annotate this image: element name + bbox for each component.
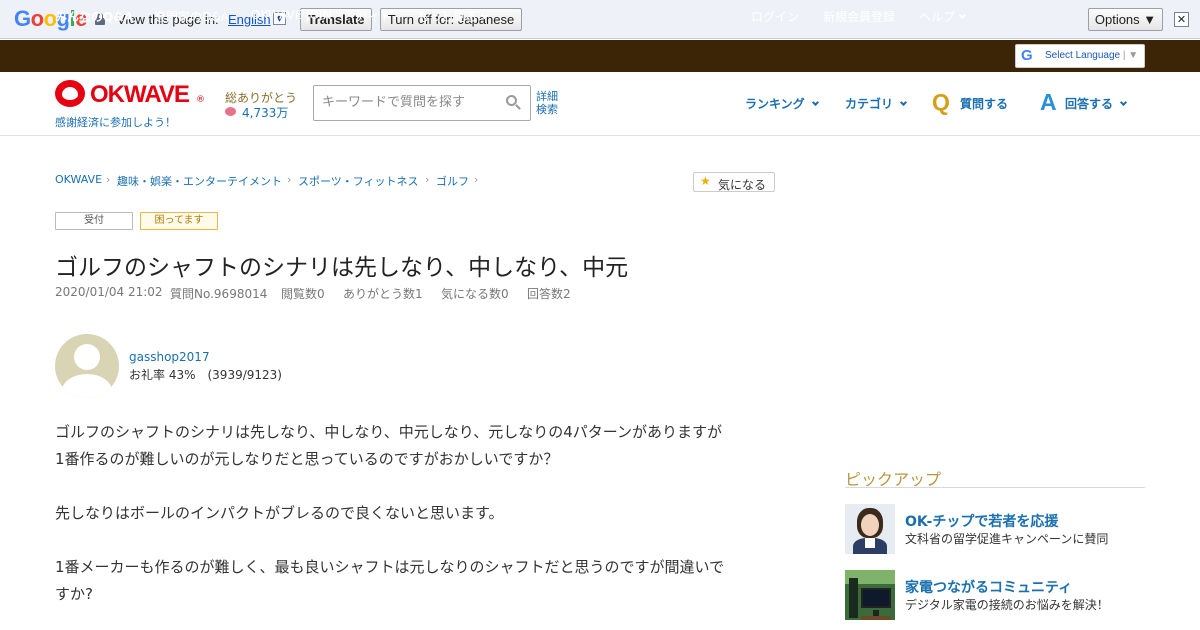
answer-a-icon[interactable]: A bbox=[1040, 89, 1057, 116]
advanced-search-link[interactable]: 詳細検索 bbox=[536, 90, 562, 116]
ranking-label: ランキング bbox=[745, 97, 805, 111]
options-button[interactable]: Options ▼ bbox=[1088, 8, 1163, 31]
search-box[interactable] bbox=[313, 85, 531, 121]
interested-count: 気になる数0 bbox=[441, 287, 509, 301]
close-icon[interactable]: ✕ bbox=[1174, 12, 1189, 27]
logo-registered-mark: ® bbox=[196, 95, 205, 105]
pickup-title[interactable]: OK-チップで若者を応援 bbox=[905, 511, 1058, 531]
body-line: すか? bbox=[55, 585, 93, 603]
logo-text[interactable]: OKWAVE bbox=[90, 81, 190, 109]
chevron-down-icon bbox=[811, 98, 819, 107]
pickup-subtitle: デジタル家電の接続のお悩みを解決！ bbox=[905, 598, 1109, 612]
breadcrumb-sports[interactable]: スポーツ・フィットネス bbox=[298, 173, 419, 189]
pickup-image-student[interactable] bbox=[845, 504, 895, 554]
pickup-title[interactable]: 家電つながるコミュニティ bbox=[905, 577, 1072, 597]
question-date: 2020/01/04 21:02 bbox=[55, 285, 163, 299]
star-icon: ★ bbox=[700, 174, 711, 188]
nav-help-label: ヘルプ bbox=[919, 10, 956, 24]
answer-menu[interactable]: 回答する bbox=[1065, 95, 1128, 112]
nav-item-guide[interactable]: ガイド bbox=[356, 8, 392, 25]
avatar[interactable] bbox=[55, 334, 119, 398]
question-title: ゴルフのシャフトのシナリは先しなり、中しなり、中元 bbox=[55, 255, 629, 281]
user-name-link[interactable]: gasshop2017 bbox=[129, 350, 210, 364]
nav-item-more[interactable]: もっと見る bbox=[417, 8, 489, 25]
nav-item-minna-qa[interactable]: みんなのQ&A bbox=[55, 8, 133, 25]
chevron-down-icon bbox=[899, 98, 908, 107]
favorite-button[interactable]: ★ 気になる bbox=[693, 172, 775, 192]
nav-item-expert-qa[interactable]: 専門家のQ&A bbox=[154, 8, 229, 25]
question-q-icon[interactable]: Q bbox=[932, 89, 950, 116]
nav-item-join[interactable]: OKWAVE JOIN bbox=[251, 8, 332, 22]
answer-label: 回答する bbox=[1065, 97, 1114, 111]
select-language-label: Select Language | ▼ bbox=[1045, 50, 1139, 61]
google-g-icon: G bbox=[1021, 47, 1033, 64]
answer-count: 回答数2 bbox=[527, 287, 571, 301]
ranking-menu[interactable]: ランキング bbox=[745, 95, 819, 112]
body-line: 1番作るのが難しいのが元しなりだと思っているのですがおかしいですか？ bbox=[55, 450, 559, 468]
category-menu[interactable]: カテゴリ bbox=[845, 95, 908, 112]
pickup-subtitle: 文科省の留学促進キャンペーンに賛同 bbox=[905, 532, 1109, 546]
logo-tagline[interactable]: 感謝経済に参加しよう！ bbox=[55, 114, 176, 130]
thanks-count: 4,733万 bbox=[242, 106, 289, 120]
breadcrumb-separator-icon: › bbox=[425, 173, 430, 186]
breadcrumb-hobby[interactable]: 趣味・娯楽・エンターテイメント bbox=[117, 173, 282, 189]
body-line: 先しなりはボールのインパクトがブレるので良くないと思います。 bbox=[55, 504, 504, 522]
pickup-divider bbox=[845, 487, 1145, 488]
nav-register[interactable]: 新規会員登録 bbox=[823, 8, 895, 25]
select-language-widget[interactable]: G Select Language | ▼ bbox=[1015, 44, 1145, 68]
nav-more-label: もっと見る bbox=[417, 10, 478, 24]
search-icon[interactable] bbox=[506, 95, 521, 110]
pickup-image-tv[interactable] bbox=[845, 570, 895, 620]
breadcrumb-separator-icon: › bbox=[474, 173, 479, 186]
chevron-down-icon bbox=[480, 11, 489, 20]
user-thanks-rate: お礼率 43% (3939/9123) bbox=[129, 368, 282, 382]
search-input[interactable] bbox=[322, 95, 502, 110]
ask-question-link[interactable]: 質問する bbox=[960, 95, 1008, 112]
nav-login[interactable]: ログイン bbox=[751, 8, 799, 25]
breadcrumb-separator-icon: › bbox=[106, 173, 111, 186]
heart-logo-icon[interactable] bbox=[55, 80, 85, 107]
question-number: 質問No.9698014 bbox=[170, 287, 268, 301]
view-count: 閲覧数0 bbox=[281, 287, 325, 301]
breadcrumb-golf[interactable]: ゴルフ bbox=[436, 173, 469, 189]
breadcrumb-separator-icon: › bbox=[287, 173, 292, 186]
chevron-down-icon bbox=[1119, 98, 1128, 107]
status-badge-troubled: 困ってます bbox=[140, 212, 218, 230]
heart-icon bbox=[225, 107, 236, 116]
category-label: カテゴリ bbox=[845, 97, 894, 111]
breadcrumb-okwave[interactable]: OKWAVE bbox=[55, 173, 102, 186]
status-badge-accepting: 受付 bbox=[55, 212, 133, 230]
thanks-count-meta: ありがとう数1 bbox=[343, 287, 423, 301]
favorite-button-label: 気になる bbox=[718, 178, 767, 192]
nav-help[interactable]: ヘルプ bbox=[919, 8, 967, 25]
body-line: ゴルフのシャフトのシナリは先しなり、中しなり、中元しなり、元しなりの4パターンが… bbox=[55, 423, 722, 441]
chevron-down-icon bbox=[958, 11, 967, 20]
body-line: 1番メーカーも作るのが難しく、最も良いシャフトは元しなりのシャフトだと思うのです… bbox=[55, 558, 725, 576]
